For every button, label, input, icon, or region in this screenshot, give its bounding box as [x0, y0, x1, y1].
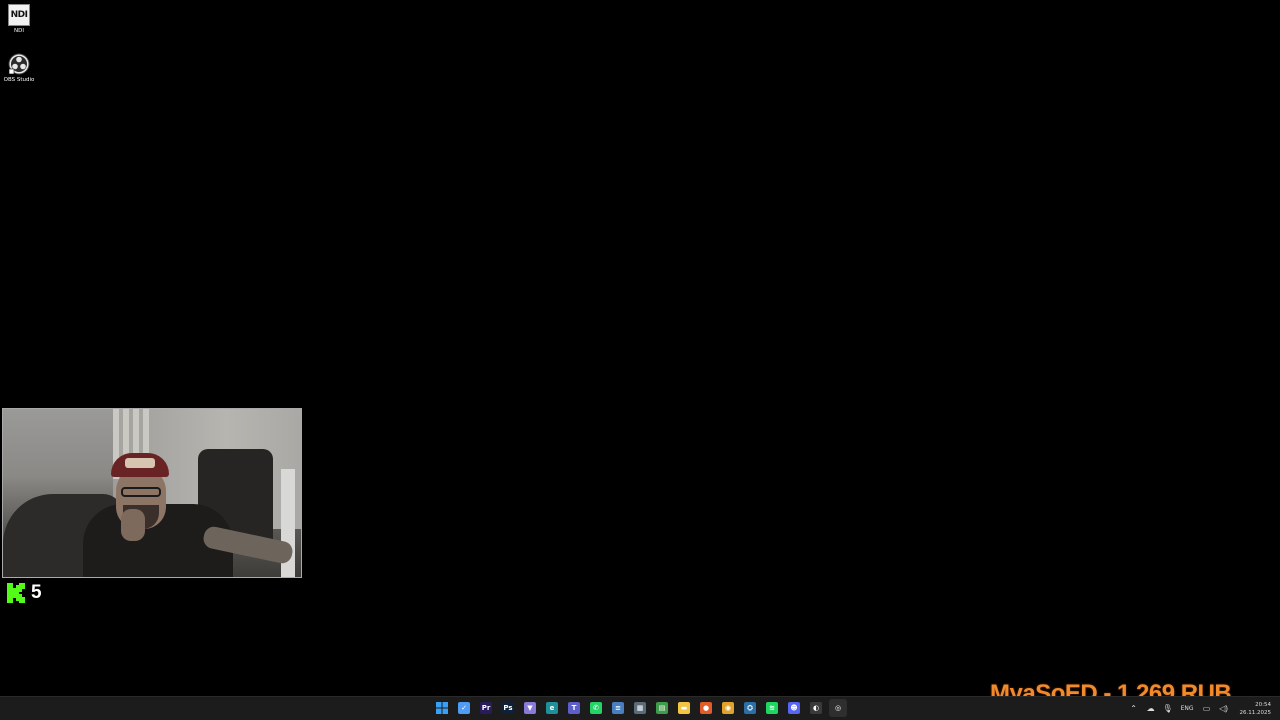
viewer-counter: 5 [7, 582, 42, 604]
taskbar-app-obs-studio-active[interactable]: ◎ [829, 699, 847, 717]
taskbar-app-task-check[interactable]: ✓ [455, 699, 473, 717]
taskbar-app-steam[interactable]: ⛭ [741, 699, 759, 717]
photoshop-icon: Ps [502, 702, 514, 714]
obs-studio-active-icon: ◎ [832, 702, 844, 714]
taskbar-app-obs-taskbar[interactable]: ◐ [807, 699, 825, 717]
desktop: NDI NDI OBS Studio 5 MyaSoED - 1 269 RUB [0, 0, 1280, 707]
firefox-icon: ● [700, 702, 712, 714]
desktop-icon-ndi[interactable]: NDI NDI [1, 4, 37, 34]
chrome-icon: ◉ [722, 702, 734, 714]
taskbar-app-firefox[interactable]: ● [697, 699, 715, 717]
task-check-icon: ✓ [458, 702, 470, 714]
taskbar-app-edge-browser[interactable]: e [543, 699, 561, 717]
windows-start-icon [436, 702, 448, 714]
kick-logo-icon [7, 583, 25, 603]
clock-date: 26.11.2025 [1239, 709, 1272, 716]
ndi-icon: NDI [8, 4, 30, 26]
discord-icon: ☻ [788, 702, 800, 714]
chevron-up-icon[interactable]: ⌃ [1127, 702, 1141, 716]
taskbar: ✓ Pr Ps ▼ e T ✆ ≡ ▦ ▤ ▬ ● ◉ ⛭ ≋ ☻ ◐ ◎ ⌃ ☁ 🎙︎ ENG ▭ ◁) 20:… [0, 696, 1280, 720]
obs-taskbar-icon: ◐ [810, 702, 822, 714]
steam-icon: ⛭ [744, 702, 756, 714]
clock[interactable]: 20:54 26.11.2025 [1240, 701, 1272, 717]
desktop-icon-label: OBS Studio [3, 77, 35, 83]
cloud-icon[interactable]: ☁ [1144, 702, 1158, 716]
taskbar-app-notepad[interactable]: ≡ [609, 699, 627, 717]
taskbar-app-teams[interactable]: T [565, 699, 583, 717]
taskbar-app-file-explorer[interactable]: ▬ [675, 699, 693, 717]
taskbar-app-chrome[interactable]: ◉ [719, 699, 737, 717]
clock-time: 20:54 [1255, 701, 1271, 708]
calculator-icon: ▦ [634, 702, 646, 714]
obs-studio-icon [8, 53, 30, 75]
microphone-icon[interactable]: 🎙︎ [1161, 702, 1175, 716]
language-indicator[interactable]: ENG [1181, 705, 1194, 712]
taskbar-apps: ✓ Pr Ps ▼ e T ✆ ≡ ▦ ▤ ▬ ● ◉ ⛭ ≋ ☻ ◐ ◎ [433, 699, 847, 717]
desktop-icon-obs-studio[interactable]: OBS Studio [1, 53, 37, 83]
taskbar-app-discord[interactable]: ☻ [785, 699, 803, 717]
document-icon: ▤ [656, 702, 668, 714]
taskbar-app-premiere-pro[interactable]: Pr [477, 699, 495, 717]
premiere-pro-icon: Pr [480, 702, 492, 714]
file-explorer-icon: ▬ [678, 702, 690, 714]
spotify-icon: ≋ [766, 702, 778, 714]
taskbar-app-spotify[interactable]: ≋ [763, 699, 781, 717]
network-icon[interactable]: ▭ [1200, 702, 1214, 716]
taskbar-app-windows-start[interactable] [433, 699, 451, 717]
system-tray: ⌃ ☁ 🎙︎ ENG ▭ ◁) 20:54 26.11.2025 [1127, 697, 1280, 720]
whatsapp-icon: ✆ [590, 702, 602, 714]
edge-browser-icon: e [546, 702, 558, 714]
taskbar-app-document[interactable]: ▤ [653, 699, 671, 717]
desktop-icon-label: NDI [14, 28, 24, 34]
taskbar-app-photoshop[interactable]: Ps [499, 699, 517, 717]
volume-icon[interactable]: ◁) [1217, 702, 1231, 716]
taskbar-app-vpn-triangle[interactable]: ▼ [521, 699, 539, 717]
viewer-count: 5 [31, 582, 42, 603]
teams-icon: T [568, 702, 580, 714]
taskbar-app-calculator[interactable]: ▦ [631, 699, 649, 717]
taskbar-app-whatsapp[interactable]: ✆ [587, 699, 605, 717]
vpn-triangle-icon: ▼ [524, 702, 536, 714]
notepad-icon: ≡ [612, 702, 624, 714]
webcam-overlay [2, 408, 302, 578]
